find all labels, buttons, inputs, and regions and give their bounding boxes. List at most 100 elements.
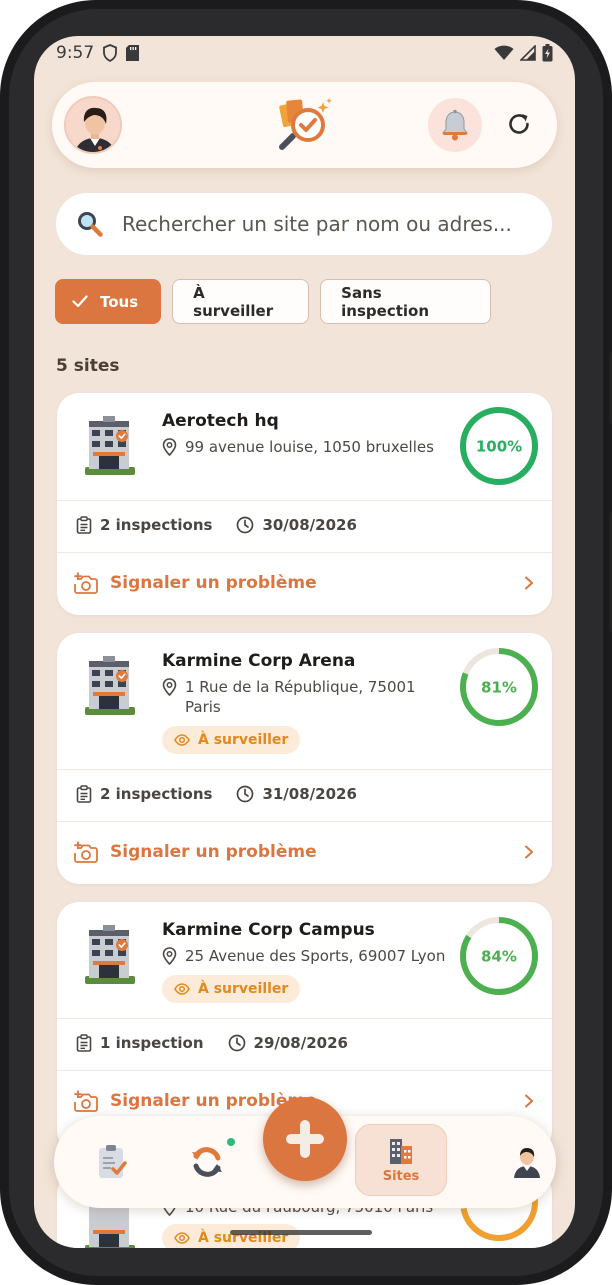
inspection-date: 29/08/2026: [253, 1034, 348, 1052]
clipboard-check-icon: [99, 1145, 127, 1178]
report-problem-label: Signaler un problème: [110, 842, 317, 862]
filter-chip-to-watch[interactable]: À surveiller: [172, 279, 310, 324]
site-address-text: 1 Rue de la République, 75001 Paris: [185, 678, 416, 716]
inspection-date: 31/08/2026: [262, 785, 357, 803]
buildings-icon: [390, 1138, 412, 1164]
nav-sites[interactable]: Sites: [355, 1124, 447, 1196]
status-badge: À surveiller: [162, 1224, 301, 1248]
filter-chip-label: À surveiller: [193, 283, 274, 320]
filter-chip-label: Sans inspection: [341, 283, 430, 320]
clock-icon: [228, 1034, 245, 1052]
inspection-date: 30/08/2026: [262, 516, 357, 534]
eye-icon: [174, 983, 190, 995]
inspections-count: 1 inspection: [100, 1034, 204, 1052]
card-divider: [57, 1018, 552, 1019]
compliance-score: 81%: [481, 679, 517, 697]
site-address: 25 Avenue des Sports, 69007 Lyon: [162, 946, 452, 966]
report-problem-button[interactable]: Signaler un problème: [74, 572, 534, 594]
camera-plus-icon: [74, 841, 98, 863]
card-divider: [57, 769, 552, 770]
wifi-icon: [494, 45, 514, 60]
refresh-button[interactable]: [499, 104, 539, 144]
building-icon: [85, 656, 135, 715]
card-divider: [57, 552, 552, 553]
status-badge-label: À surveiller: [198, 981, 289, 997]
clock-icon: [237, 516, 254, 534]
user-icon: [514, 1148, 540, 1178]
inspections-count: 2 inspections: [100, 516, 213, 534]
shield-icon: [103, 44, 118, 62]
signal-icon: [520, 45, 536, 61]
compliance-ring: 100%: [460, 407, 538, 485]
check-icon: [72, 295, 88, 308]
compliance-ring: 81%: [460, 648, 538, 726]
top-app-bar: [52, 82, 557, 168]
search-icon: [78, 212, 103, 237]
bell-icon: [442, 109, 468, 141]
building-icon: [85, 925, 135, 984]
clipboard-icon: [76, 1034, 92, 1052]
site-meta: 2 inspections 30/08/2026: [76, 516, 357, 534]
user-avatar-icon: [66, 98, 120, 152]
site-meta: 1 inspection 29/08/2026: [76, 1034, 348, 1052]
report-problem-button[interactable]: Signaler un problème: [74, 841, 534, 863]
inspection-logo-icon: [273, 96, 335, 154]
status-bar: 9:57: [34, 36, 575, 70]
search-bar[interactable]: [56, 193, 552, 255]
clipboard-icon: [76, 516, 92, 534]
camera-plus-icon: [74, 572, 98, 594]
filter-chip-label: Tous: [100, 292, 139, 311]
filter-chips: Tous À surveiller Sans inspection: [55, 279, 492, 324]
sync-indicator-dot: [227, 1138, 235, 1146]
plus-icon: [286, 1120, 324, 1158]
refresh-icon: [509, 114, 529, 134]
status-badge: À surveiller: [162, 726, 301, 754]
nav-sync[interactable]: [179, 1116, 235, 1208]
site-name: Aerotech hq: [162, 411, 279, 431]
sd-card-icon: [126, 45, 140, 61]
notifications-button[interactable]: [428, 98, 482, 152]
chevron-right-icon: [525, 576, 533, 590]
filter-chip-no-inspection[interactable]: Sans inspection: [320, 279, 492, 324]
search-input[interactable]: [122, 212, 522, 236]
card-divider: [57, 500, 552, 501]
location-pin-icon: [162, 678, 177, 696]
chevron-right-icon: [525, 845, 533, 859]
nav-sites-label: Sites: [382, 1168, 420, 1184]
site-name: Karmine Corp Campus: [162, 920, 375, 940]
nav-profile[interactable]: [502, 1116, 552, 1208]
site-address-text: 99 avenue louise, 1050 bruxelles: [185, 438, 434, 456]
chevron-right-icon: [525, 1094, 533, 1108]
compliance-score: 84%: [481, 948, 517, 966]
add-button[interactable]: [263, 1097, 347, 1181]
site-meta: 2 inspections 31/08/2026: [76, 785, 357, 803]
status-badge-label: À surveiller: [198, 732, 289, 748]
card-divider: [57, 821, 552, 822]
report-problem-label: Signaler un problème: [110, 573, 317, 593]
home-indicator: [230, 1230, 372, 1235]
status-badge: À surveiller: [162, 975, 301, 1003]
compliance-ring: 84%: [460, 917, 538, 995]
eye-icon: [174, 734, 190, 746]
sync-icon: [192, 1147, 222, 1177]
eye-icon: [174, 1232, 190, 1244]
avatar[interactable]: [64, 96, 122, 154]
site-address: 99 avenue louise, 1050 bruxelles: [162, 437, 452, 457]
nav-inspections[interactable]: [84, 1116, 140, 1208]
location-pin-icon: [162, 438, 177, 456]
building-icon: [85, 416, 135, 475]
site-card[interactable]: Karmine Corp Arena 1 Rue de la Républiqu…: [57, 633, 552, 884]
battery-icon: [542, 44, 553, 62]
clipboard-icon: [76, 785, 92, 803]
inspections-count: 2 inspections: [100, 785, 213, 803]
site-card[interactable]: Aerotech hq 99 avenue louise, 1050 bruxe…: [57, 393, 552, 615]
site-name: Karmine Corp Arena: [162, 651, 356, 671]
camera-plus-icon: [74, 1090, 98, 1112]
filter-chip-all[interactable]: Tous: [55, 279, 162, 324]
phone-frame: 9:57 Rechercher un site par nom ou adres…: [0, 0, 612, 1285]
location-pin-icon: [162, 947, 177, 965]
app-screen: 9:57 Rechercher un site par nom ou adres…: [34, 36, 575, 1248]
card-divider: [57, 1070, 552, 1071]
sites-count: 5 sites: [56, 356, 120, 376]
status-time: 9:57: [56, 43, 95, 63]
